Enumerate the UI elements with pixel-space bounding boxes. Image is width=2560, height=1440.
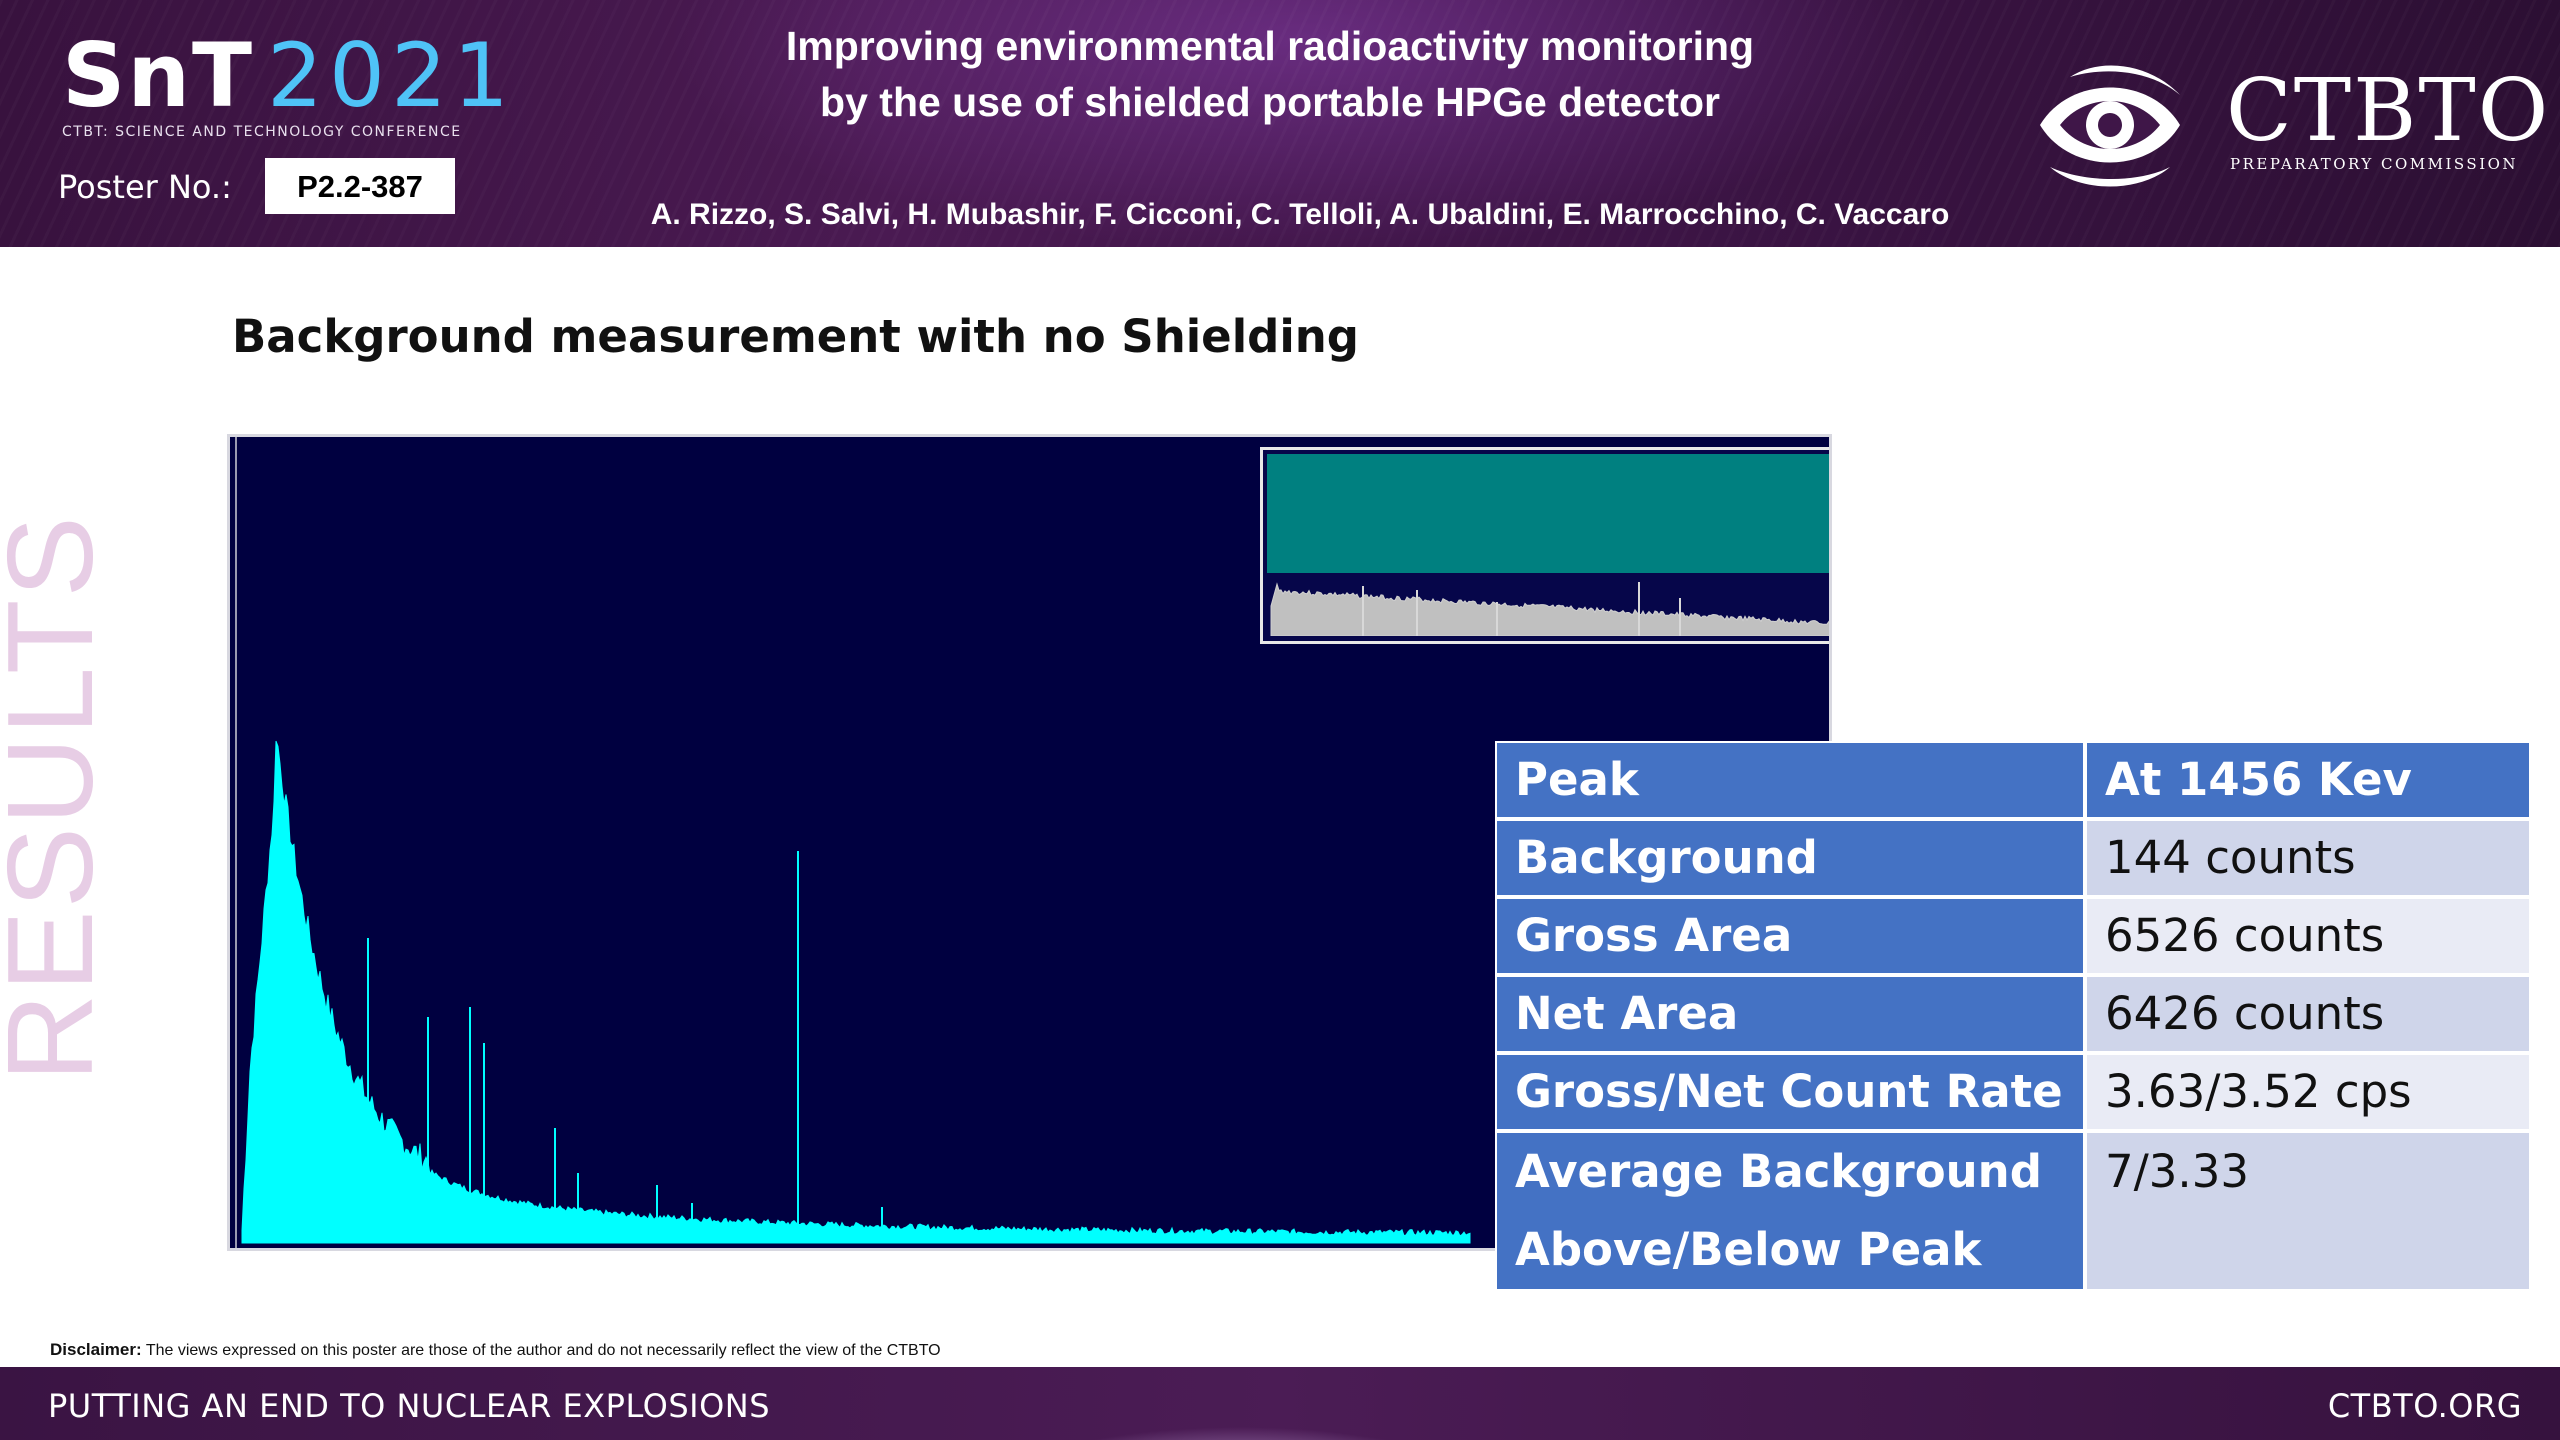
- table-row: Gross/Net Count Rate 3.63/3.52 cps: [1495, 1053, 2531, 1131]
- ctbto-logo-subtitle: PREPARATORY COMMISSION: [2230, 155, 2519, 173]
- results-side-label-container: RESULTS: [0, 505, 118, 1082]
- poster-title: Improving environmental radioactivity mo…: [620, 18, 1920, 130]
- disclaimer-text: The views expressed on this poster are t…: [145, 1342, 941, 1359]
- spectrum-trace: [241, 740, 1471, 1244]
- ctbto-logo-name: CTBTO: [2226, 61, 2551, 161]
- poster-number-value: P2.2-387: [265, 158, 455, 214]
- overview-spectrum: [1270, 582, 1829, 636]
- table-row: Background 144 counts: [1495, 819, 2531, 897]
- spectrum-overview-inset: [1260, 447, 1829, 644]
- table-row-value: 3.63/3.52 cps: [2085, 1053, 2531, 1131]
- snt-logo-subtitle: CTBT: SCIENCE AND TECHNOLOGY CONFERENCE: [62, 124, 462, 140]
- table-row-value: 7/3.33: [2085, 1131, 2531, 1291]
- table-row-value: 6526 counts: [2085, 897, 2531, 975]
- disclaimer: Disclaimer: The views expressed on this …: [50, 1340, 941, 1360]
- overview-spectrum-trace: [1270, 582, 1829, 636]
- snt-logo-brand: SnT: [62, 24, 255, 127]
- table-header-row: Peak At 1456 Kev: [1495, 741, 2531, 819]
- table-row: Net Area 6426 counts: [1495, 975, 2531, 1053]
- poster-title-line2: by the use of shielded portable HPGe det…: [820, 79, 1720, 125]
- table-row-label: Gross/Net Count Rate: [1495, 1053, 2085, 1131]
- footer-banner: PUTTING AN END TO NUCLEAR EXPLOSIONS CTB…: [0, 1367, 2560, 1440]
- poster-authors: A. Rizzo, S. Salvi, H. Mubashir, F. Cicc…: [650, 198, 1950, 231]
- table-header-label: Peak: [1495, 741, 2085, 819]
- table-row-value: 144 counts: [2085, 819, 2531, 897]
- table-header-value: At 1456 Kev: [2085, 741, 2531, 819]
- poster-number-label: Poster No.:: [58, 168, 232, 206]
- table-row-label: Average Background Above/Below Peak: [1495, 1131, 2085, 1291]
- section-heading: Background measurement with no Shielding: [232, 310, 1359, 363]
- disclaimer-label: Disclaimer:: [50, 1340, 142, 1359]
- ctbto-eye-icon: [2040, 65, 2180, 187]
- footer-website: CTBTO.ORG: [2327, 1387, 2522, 1425]
- table-row-label: Gross Area: [1495, 897, 2085, 975]
- ctbto-logo: CTBTO PREPARATORY COMMISSION: [2030, 55, 2550, 195]
- table-row: Gross Area 6526 counts: [1495, 897, 2531, 975]
- table-row-label-line2: Above/Below Peak: [1515, 1223, 1982, 1276]
- table-row: Average Background Above/Below Peak 7/3.…: [1495, 1131, 2531, 1291]
- header-banner: SnT 2021 CTBT: SCIENCE AND TECHNOLOGY CO…: [0, 0, 2560, 247]
- results-side-label: RESULTS: [0, 514, 118, 1082]
- table-row-label-line1: Average Background: [1515, 1145, 2042, 1198]
- table-row-label: Net Area: [1495, 975, 2085, 1053]
- footer-slogan: PUTTING AN END TO NUCLEAR EXPLOSIONS: [48, 1387, 771, 1425]
- snt-logo-year: 2021: [267, 24, 515, 127]
- table-row-label: Background: [1495, 819, 2085, 897]
- overview-zoom-window: [1267, 454, 1829, 573]
- table-row-value: 6426 counts: [2085, 975, 2531, 1053]
- peak-statistics-table: Peak At 1456 Kev Background 144 counts G…: [1495, 741, 2531, 1291]
- poster-title-line1: Improving environmental radioactivity mo…: [785, 23, 1755, 69]
- snt-2021-logo: SnT 2021 CTBT: SCIENCE AND TECHNOLOGY CO…: [62, 24, 509, 141]
